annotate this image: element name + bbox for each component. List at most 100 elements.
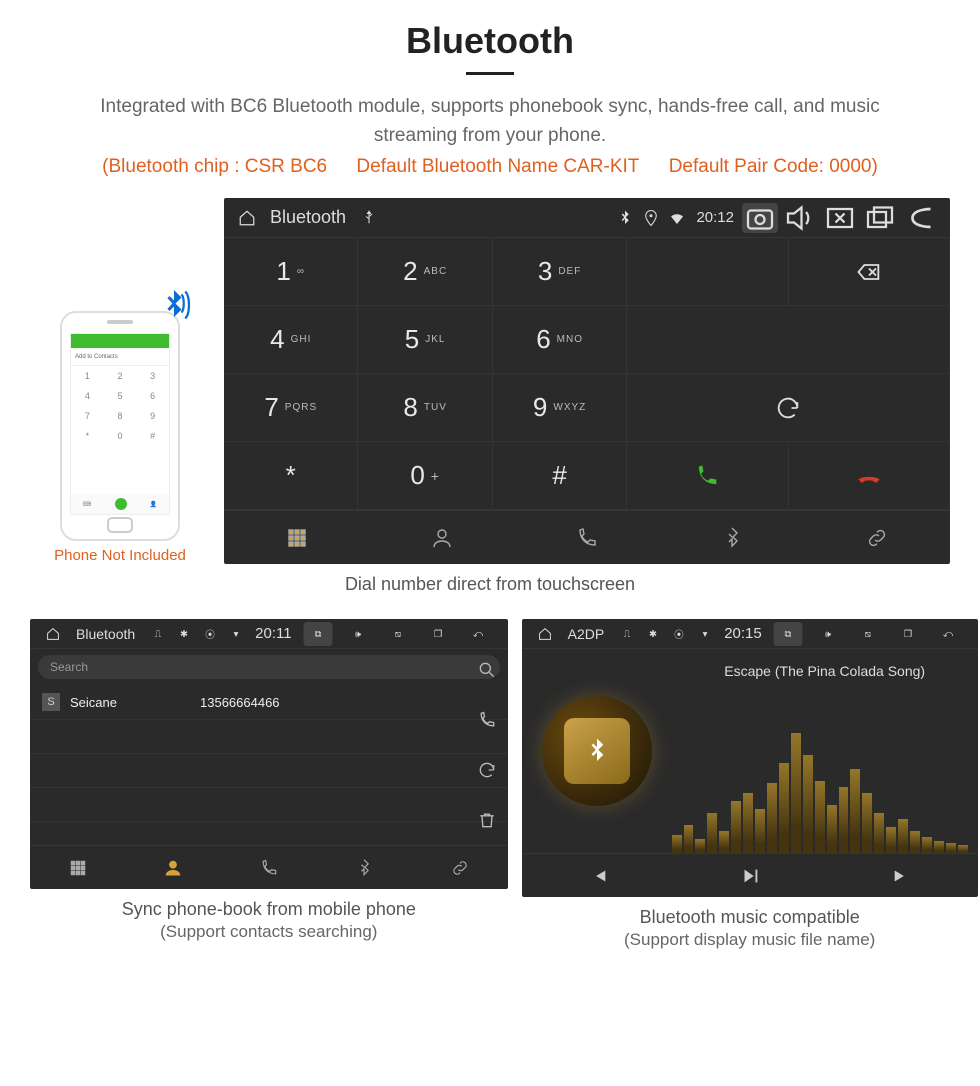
bluetooth-icon bbox=[616, 209, 634, 227]
contact-side-actions bbox=[472, 655, 502, 835]
volume-button[interactable]: 🕪 bbox=[343, 622, 372, 646]
location-icon bbox=[642, 209, 660, 227]
page-subtitle: Integrated with BC6 Bluetooth module, su… bbox=[70, 93, 910, 150]
screenshot-button[interactable]: ⧉ bbox=[303, 622, 332, 646]
key-5[interactable]: 5JKL bbox=[358, 306, 492, 374]
screenshot-button[interactable]: ⧉ bbox=[773, 622, 802, 646]
nav-pair[interactable] bbox=[805, 511, 950, 564]
key-7[interactable]: 7PQRS bbox=[224, 374, 358, 442]
nav-call-log[interactable] bbox=[514, 511, 659, 564]
blank bbox=[627, 238, 788, 306]
search-input[interactable]: Search bbox=[38, 655, 500, 679]
music-bluetooth-icon bbox=[564, 718, 630, 784]
nav-dialpad[interactable] bbox=[224, 511, 369, 564]
wifi-icon: ▾ bbox=[229, 626, 243, 640]
panel-title: Bluetooth bbox=[270, 207, 346, 228]
location-icon: ⦿ bbox=[203, 626, 217, 640]
back-button[interactable]: ⤺ bbox=[933, 622, 962, 646]
recent-apps-button[interactable]: ❐ bbox=[423, 622, 452, 646]
sync-button[interactable] bbox=[627, 374, 950, 442]
panel-title: Bluetooth bbox=[76, 626, 135, 642]
panel-title: A2DP bbox=[568, 626, 605, 642]
prev-track-button[interactable] bbox=[522, 854, 674, 897]
music-panel: A2DP ⎍ ✱ ⦿ ▾ 20:15 ⧉ 🕪 ⧅ ❐ ⤺ bbox=[522, 619, 978, 897]
statusbar: Bluetooth ⎍ ✱ ⦿ ▾ 20:11 ⧉ 🕪 ⧅ ❐ ⤺ bbox=[30, 619, 508, 649]
empty-row bbox=[30, 720, 508, 754]
next-track-button[interactable] bbox=[826, 854, 978, 897]
nav-pair[interactable] bbox=[412, 846, 508, 889]
recent-apps-button[interactable]: ❐ bbox=[893, 622, 922, 646]
key-4[interactable]: 4GHI bbox=[224, 306, 358, 374]
dialpad: 1∞2ABC3DEF 4GHI5JKL6MNO 7PQRS8TUV9WXYZ *0+# bbox=[224, 238, 950, 510]
bottom-nav bbox=[30, 845, 508, 889]
dialer-panel: Bluetooth 20:12 1∞2ABC3DEF 4GHI5JKL6MNO 7P… bbox=[224, 198, 950, 564]
clock-time: 20:15 bbox=[724, 625, 762, 642]
home-icon[interactable] bbox=[238, 209, 256, 227]
empty-row bbox=[30, 754, 508, 788]
key-2[interactable]: 2ABC bbox=[358, 238, 492, 306]
usb-icon bbox=[360, 209, 378, 227]
delete-icon[interactable] bbox=[472, 805, 502, 835]
back-button[interactable] bbox=[902, 203, 938, 233]
back-button[interactable]: ⤺ bbox=[463, 622, 492, 646]
close-app-button[interactable] bbox=[822, 203, 858, 233]
contact-row[interactable]: SSeicane13566664466 bbox=[30, 685, 508, 720]
bluetooth-icon: ✱ bbox=[177, 626, 191, 640]
hangup-button[interactable] bbox=[789, 442, 950, 510]
wifi-icon: ▾ bbox=[698, 626, 712, 640]
album-art bbox=[542, 696, 652, 806]
screenshot-button[interactable] bbox=[742, 203, 778, 233]
key-*[interactable]: * bbox=[224, 442, 358, 510]
phone-mock: Add to Contacts 123 456 789 *0# ⌨👤 bbox=[60, 311, 180, 541]
key-1[interactable]: 1∞ bbox=[224, 238, 358, 306]
blank bbox=[627, 306, 950, 374]
key-8[interactable]: 8TUV bbox=[358, 374, 492, 442]
nav-contacts[interactable] bbox=[126, 846, 222, 889]
play-pause-button[interactable] bbox=[674, 854, 826, 897]
key-9[interactable]: 9WXYZ bbox=[493, 374, 627, 442]
location-icon: ⦿ bbox=[672, 626, 686, 640]
key-6[interactable]: 6MNO bbox=[493, 306, 627, 374]
home-icon[interactable] bbox=[537, 626, 551, 640]
spec-name: Default Bluetooth Name CAR-KIT bbox=[356, 156, 639, 177]
volume-button[interactable]: 🕪 bbox=[813, 622, 842, 646]
page-title: Bluetooth bbox=[30, 20, 950, 62]
title-underline bbox=[466, 72, 514, 75]
nav-contacts[interactable] bbox=[369, 511, 514, 564]
contacts-panel: Bluetooth ⎍ ✱ ⦿ ▾ 20:11 ⧉ 🕪 ⧅ ❐ ⤺ Search… bbox=[30, 619, 508, 889]
contact-letter: S bbox=[42, 693, 60, 711]
bottom-nav bbox=[224, 510, 950, 564]
nav-bluetooth[interactable] bbox=[660, 511, 805, 564]
spec-chip: (Bluetooth chip : CSR BC6 bbox=[102, 156, 327, 177]
nav-call-log[interactable] bbox=[221, 846, 317, 889]
search-icon[interactable] bbox=[472, 655, 502, 685]
clock-time: 20:12 bbox=[696, 209, 734, 226]
nav-dialpad[interactable] bbox=[30, 846, 126, 889]
contacts-caption: Sync phone-book from mobile phone (Suppo… bbox=[30, 899, 508, 942]
key-0[interactable]: 0+ bbox=[358, 442, 492, 510]
nav-bluetooth[interactable] bbox=[317, 846, 413, 889]
call-button[interactable] bbox=[627, 442, 788, 510]
sync-icon[interactable] bbox=[472, 755, 502, 785]
backspace-button[interactable] bbox=[789, 238, 950, 306]
empty-row bbox=[30, 788, 508, 822]
track-title: Escape (The Pina Colada Song) bbox=[682, 663, 968, 679]
recent-apps-button[interactable] bbox=[862, 203, 898, 233]
usb-icon: ⎍ bbox=[151, 626, 165, 640]
spec-code: Default Pair Code: 0000) bbox=[669, 156, 878, 177]
volume-button[interactable] bbox=[782, 203, 818, 233]
key-#[interactable]: # bbox=[493, 442, 627, 510]
equalizer-visual bbox=[672, 723, 968, 853]
phone-caption: Phone Not Included bbox=[30, 547, 210, 564]
key-3[interactable]: 3DEF bbox=[493, 238, 627, 306]
spec-line: (Bluetooth chip : CSR BC6 Default Blueto… bbox=[30, 156, 950, 178]
media-controls bbox=[522, 853, 978, 897]
home-icon[interactable] bbox=[46, 626, 60, 640]
wifi-icon bbox=[668, 209, 686, 227]
statusbar: Bluetooth 20:12 bbox=[224, 198, 950, 238]
close-app-button[interactable]: ⧅ bbox=[383, 622, 412, 646]
dialer-caption: Dial number direct from touchscreen bbox=[30, 574, 950, 595]
call-icon[interactable] bbox=[472, 705, 502, 735]
close-app-button[interactable]: ⧅ bbox=[853, 622, 882, 646]
statusbar: A2DP ⎍ ✱ ⦿ ▾ 20:15 ⧉ 🕪 ⧅ ❐ ⤺ bbox=[522, 619, 978, 649]
